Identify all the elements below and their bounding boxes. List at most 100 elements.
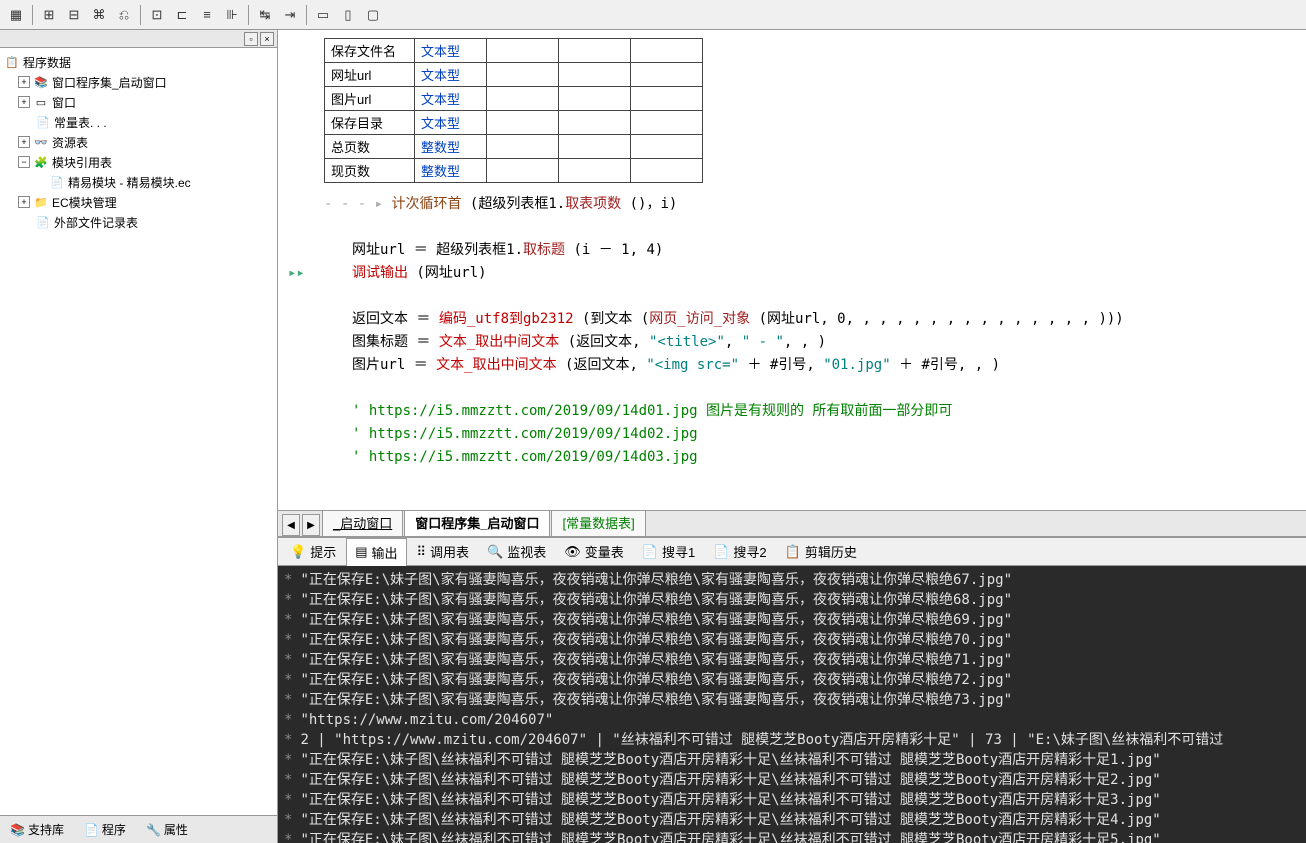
clip-icon: 📋 bbox=[785, 544, 801, 560]
tb-btn-12[interactable]: ▭ bbox=[311, 4, 335, 26]
tb-btn-10[interactable]: ↹ bbox=[253, 4, 277, 26]
var-row[interactable]: 保存目录文本型 bbox=[325, 111, 703, 135]
tab-vars[interactable]: 👁变量表 bbox=[556, 538, 632, 565]
left-panel-tabs: 📚 支持库 📄 程序 🔧 属性 bbox=[0, 815, 277, 843]
code-tab-windowset[interactable]: 窗口程序集_启动窗口 bbox=[404, 508, 550, 536]
variable-table[interactable]: 保存文件名文本型网址url文本型图片url文本型保存目录文本型总页数整数型现页数… bbox=[324, 38, 703, 183]
tree-label: 外部文件记录表 bbox=[54, 214, 138, 231]
tree-label: 常量表. . . bbox=[54, 114, 107, 131]
page-icon: 📄 bbox=[35, 115, 51, 129]
expand-icon[interactable]: + bbox=[18, 96, 30, 108]
tb-btn-8[interactable]: ≡ bbox=[195, 4, 219, 26]
output-console[interactable]: *"正在保存E:\妹子图\家有骚妻陶喜乐，夜夜销魂让你弹尽粮绝\家有骚妻陶喜乐，… bbox=[278, 566, 1306, 843]
list-icon: ⠿ bbox=[417, 544, 427, 560]
tb-btn-5[interactable]: ⎌ bbox=[112, 4, 136, 26]
tb-btn-4[interactable]: ⌘ bbox=[87, 4, 111, 26]
tree-item-resource[interactable]: + 👓 资源表 bbox=[4, 132, 273, 152]
output-line: *"正在保存E:\妹子图\家有骚妻陶喜乐，夜夜销魂让你弹尽粮绝\家有骚妻陶喜乐，… bbox=[284, 650, 1300, 670]
expand-icon[interactable]: + bbox=[18, 136, 30, 148]
output-line: *"正在保存E:\妹子图\丝袜福利不可错过 腿模芝芝Booty酒店开房精彩十足\… bbox=[284, 790, 1300, 810]
tree-item-ec-module[interactable]: + 📁 EC模块管理 bbox=[4, 192, 273, 212]
left-panel-dock-icon[interactable]: ▫ bbox=[244, 32, 258, 46]
tab-program[interactable]: 📄 程序 bbox=[78, 818, 132, 841]
tree-item-window[interactable]: + ▭ 窗口 bbox=[4, 92, 273, 112]
output-line: *"正在保存E:\妹子图\丝袜福利不可错过 腿模芝芝Booty酒店开房精彩十足\… bbox=[284, 810, 1300, 830]
bottom-panel: 💡提示 ▤输出 ⠿调用表 🔍监视表 👁变量表 📄搜寻1 📄搜寻2 📋剪辑历史 *… bbox=[278, 537, 1306, 843]
left-panel-header: ▫ × bbox=[0, 30, 277, 48]
tb-btn-3[interactable]: ⊟ bbox=[62, 4, 86, 26]
tab-output[interactable]: ▤输出 bbox=[346, 538, 406, 567]
collapse-icon[interactable]: − bbox=[18, 156, 30, 168]
output-line: *"正在保存E:\妹子图\丝袜福利不可错过 腿模芝芝Booty酒店开房精彩十足\… bbox=[284, 770, 1300, 790]
left-panel: ▫ × 📋 程序数据 + 📚 窗口程序集_启动窗口 + ▭ 窗口 📄 常量表. … bbox=[0, 30, 278, 843]
tb-btn-1[interactable]: ▦ bbox=[4, 4, 28, 26]
glasses-icon: 👓 bbox=[33, 135, 49, 149]
tree-label: 模块引用表 bbox=[52, 154, 112, 171]
tree-item-const[interactable]: 📄 常量表. . . bbox=[4, 112, 273, 132]
code-editor-tabs: ◀ ▶ _启动窗口 窗口程序集_启动窗口 [常量数据表] bbox=[278, 511, 1306, 537]
doc-icon: 📄 bbox=[642, 544, 658, 560]
tab-nav-prev-icon[interactable]: ◀ bbox=[282, 514, 300, 536]
tb-btn-6[interactable]: ⊡ bbox=[145, 4, 169, 26]
tree-root[interactable]: 📋 程序数据 bbox=[4, 52, 273, 72]
var-row[interactable]: 图片url文本型 bbox=[325, 87, 703, 111]
folder-icon: 📁 bbox=[33, 195, 49, 209]
code-tab-const[interactable]: [常量数据表] bbox=[551, 508, 645, 536]
code-editor[interactable]: 保存文件名文本型网址url文本型图片url文本型保存目录文本型总页数整数型现页数… bbox=[278, 30, 1306, 511]
output-line: *"https://www.mzitu.com/204607" bbox=[284, 710, 1300, 730]
left-panel-close-icon[interactable]: × bbox=[260, 32, 274, 46]
expand-icon[interactable]: + bbox=[18, 196, 30, 208]
main-toolbar: ▦ ⊞ ⊟ ⌘ ⎌ ⊡ ⊏ ≡ ⊪ ↹ ⇥ ▭ ▯ ▢ bbox=[0, 0, 1306, 30]
doc-icon: 📄 bbox=[49, 175, 65, 189]
doc-icon: 📄 bbox=[35, 215, 51, 229]
search-icon: 🔍 bbox=[487, 544, 503, 560]
tree-label: 窗口程序集_启动窗口 bbox=[52, 74, 167, 91]
output-line: *"正在保存E:\妹子图\家有骚妻陶喜乐，夜夜销魂让你弹尽粮绝\家有骚妻陶喜乐，… bbox=[284, 610, 1300, 630]
output-line: *"正在保存E:\妹子图\家有骚妻陶喜乐，夜夜销魂让你弹尽粮绝\家有骚妻陶喜乐，… bbox=[284, 690, 1300, 710]
book-icon: 📚 bbox=[10, 823, 25, 837]
output-line: *"正在保存E:\妹子图\家有骚妻陶喜乐，夜夜销魂让你弹尽粮绝\家有骚妻陶喜乐，… bbox=[284, 570, 1300, 590]
tree-item-window-set[interactable]: + 📚 窗口程序集_启动窗口 bbox=[4, 72, 273, 92]
tb-btn-14[interactable]: ▢ bbox=[361, 4, 385, 26]
tab-support-lib[interactable]: 📚 支持库 bbox=[4, 818, 70, 841]
var-row[interactable]: 保存文件名文本型 bbox=[325, 39, 703, 63]
var-row[interactable]: 网址url文本型 bbox=[325, 63, 703, 87]
book-icon: 📚 bbox=[33, 75, 49, 89]
tree-item-module-ref[interactable]: − 🧩 模块引用表 bbox=[4, 152, 273, 172]
tree-label: 精易模块 - 精易模块.ec bbox=[68, 174, 191, 191]
var-row[interactable]: 现页数整数型 bbox=[325, 159, 703, 183]
tree-item-external-file[interactable]: 📄 外部文件记录表 bbox=[4, 212, 273, 232]
output-icon: ▤ bbox=[355, 544, 367, 560]
tb-btn-2[interactable]: ⊞ bbox=[37, 4, 61, 26]
tb-btn-9[interactable]: ⊪ bbox=[220, 4, 244, 26]
tab-search1[interactable]: 📄搜寻1 bbox=[634, 538, 703, 565]
project-tree[interactable]: 📋 程序数据 + 📚 窗口程序集_启动窗口 + ▭ 窗口 📄 常量表. . . … bbox=[0, 48, 277, 815]
tb-btn-13[interactable]: ▯ bbox=[336, 4, 360, 26]
tab-nav-next-icon[interactable]: ▶ bbox=[302, 514, 320, 536]
breakpoint-marker-icon[interactable]: ▸▸ bbox=[288, 262, 305, 285]
bottom-tabs: 💡提示 ▤输出 ⠿调用表 🔍监视表 👁变量表 📄搜寻1 📄搜寻2 📋剪辑历史 bbox=[278, 538, 1306, 566]
tree-item-jingyi-module[interactable]: 📄 精易模块 - 精易模块.ec bbox=[4, 172, 273, 192]
output-line: *"正在保存E:\妹子图\家有骚妻陶喜乐，夜夜销魂让你弹尽粮绝\家有骚妻陶喜乐，… bbox=[284, 590, 1300, 610]
doc-icon: 📄 bbox=[713, 544, 729, 560]
var-row[interactable]: 总页数整数型 bbox=[325, 135, 703, 159]
tree-root-icon: 📋 bbox=[4, 55, 20, 69]
tree-label: 窗口 bbox=[52, 94, 76, 111]
tb-btn-7[interactable]: ⊏ bbox=[170, 4, 194, 26]
tab-watch[interactable]: 🔍监视表 bbox=[479, 538, 554, 565]
jigsaw-icon: 🧩 bbox=[33, 155, 49, 169]
tab-search2[interactable]: 📄搜寻2 bbox=[705, 538, 774, 565]
property-icon: 🔧 bbox=[146, 823, 161, 837]
tab-property[interactable]: 🔧 属性 bbox=[140, 818, 194, 841]
expand-icon[interactable]: + bbox=[18, 76, 30, 88]
tb-btn-11[interactable]: ⇥ bbox=[278, 4, 302, 26]
tab-clipboard[interactable]: 📋剪辑历史 bbox=[777, 538, 865, 565]
tab-hint[interactable]: 💡提示 bbox=[282, 538, 344, 565]
output-line: *"正在保存E:\妹子图\家有骚妻陶喜乐，夜夜销魂让你弹尽粮绝\家有骚妻陶喜乐，… bbox=[284, 630, 1300, 650]
tab-calltable[interactable]: ⠿调用表 bbox=[409, 538, 478, 565]
lightbulb-icon: 💡 bbox=[290, 544, 306, 560]
output-line: *"正在保存E:\妹子图\家有骚妻陶喜乐，夜夜销魂让你弹尽粮绝\家有骚妻陶喜乐，… bbox=[284, 670, 1300, 690]
output-line: *"正在保存E:\妹子图\丝袜福利不可错过 腿模芝芝Booty酒店开房精彩十足\… bbox=[284, 830, 1300, 843]
var-icon: 👁 bbox=[564, 544, 581, 560]
code-tab-startwindow[interactable]: _启动窗口 bbox=[322, 508, 403, 536]
